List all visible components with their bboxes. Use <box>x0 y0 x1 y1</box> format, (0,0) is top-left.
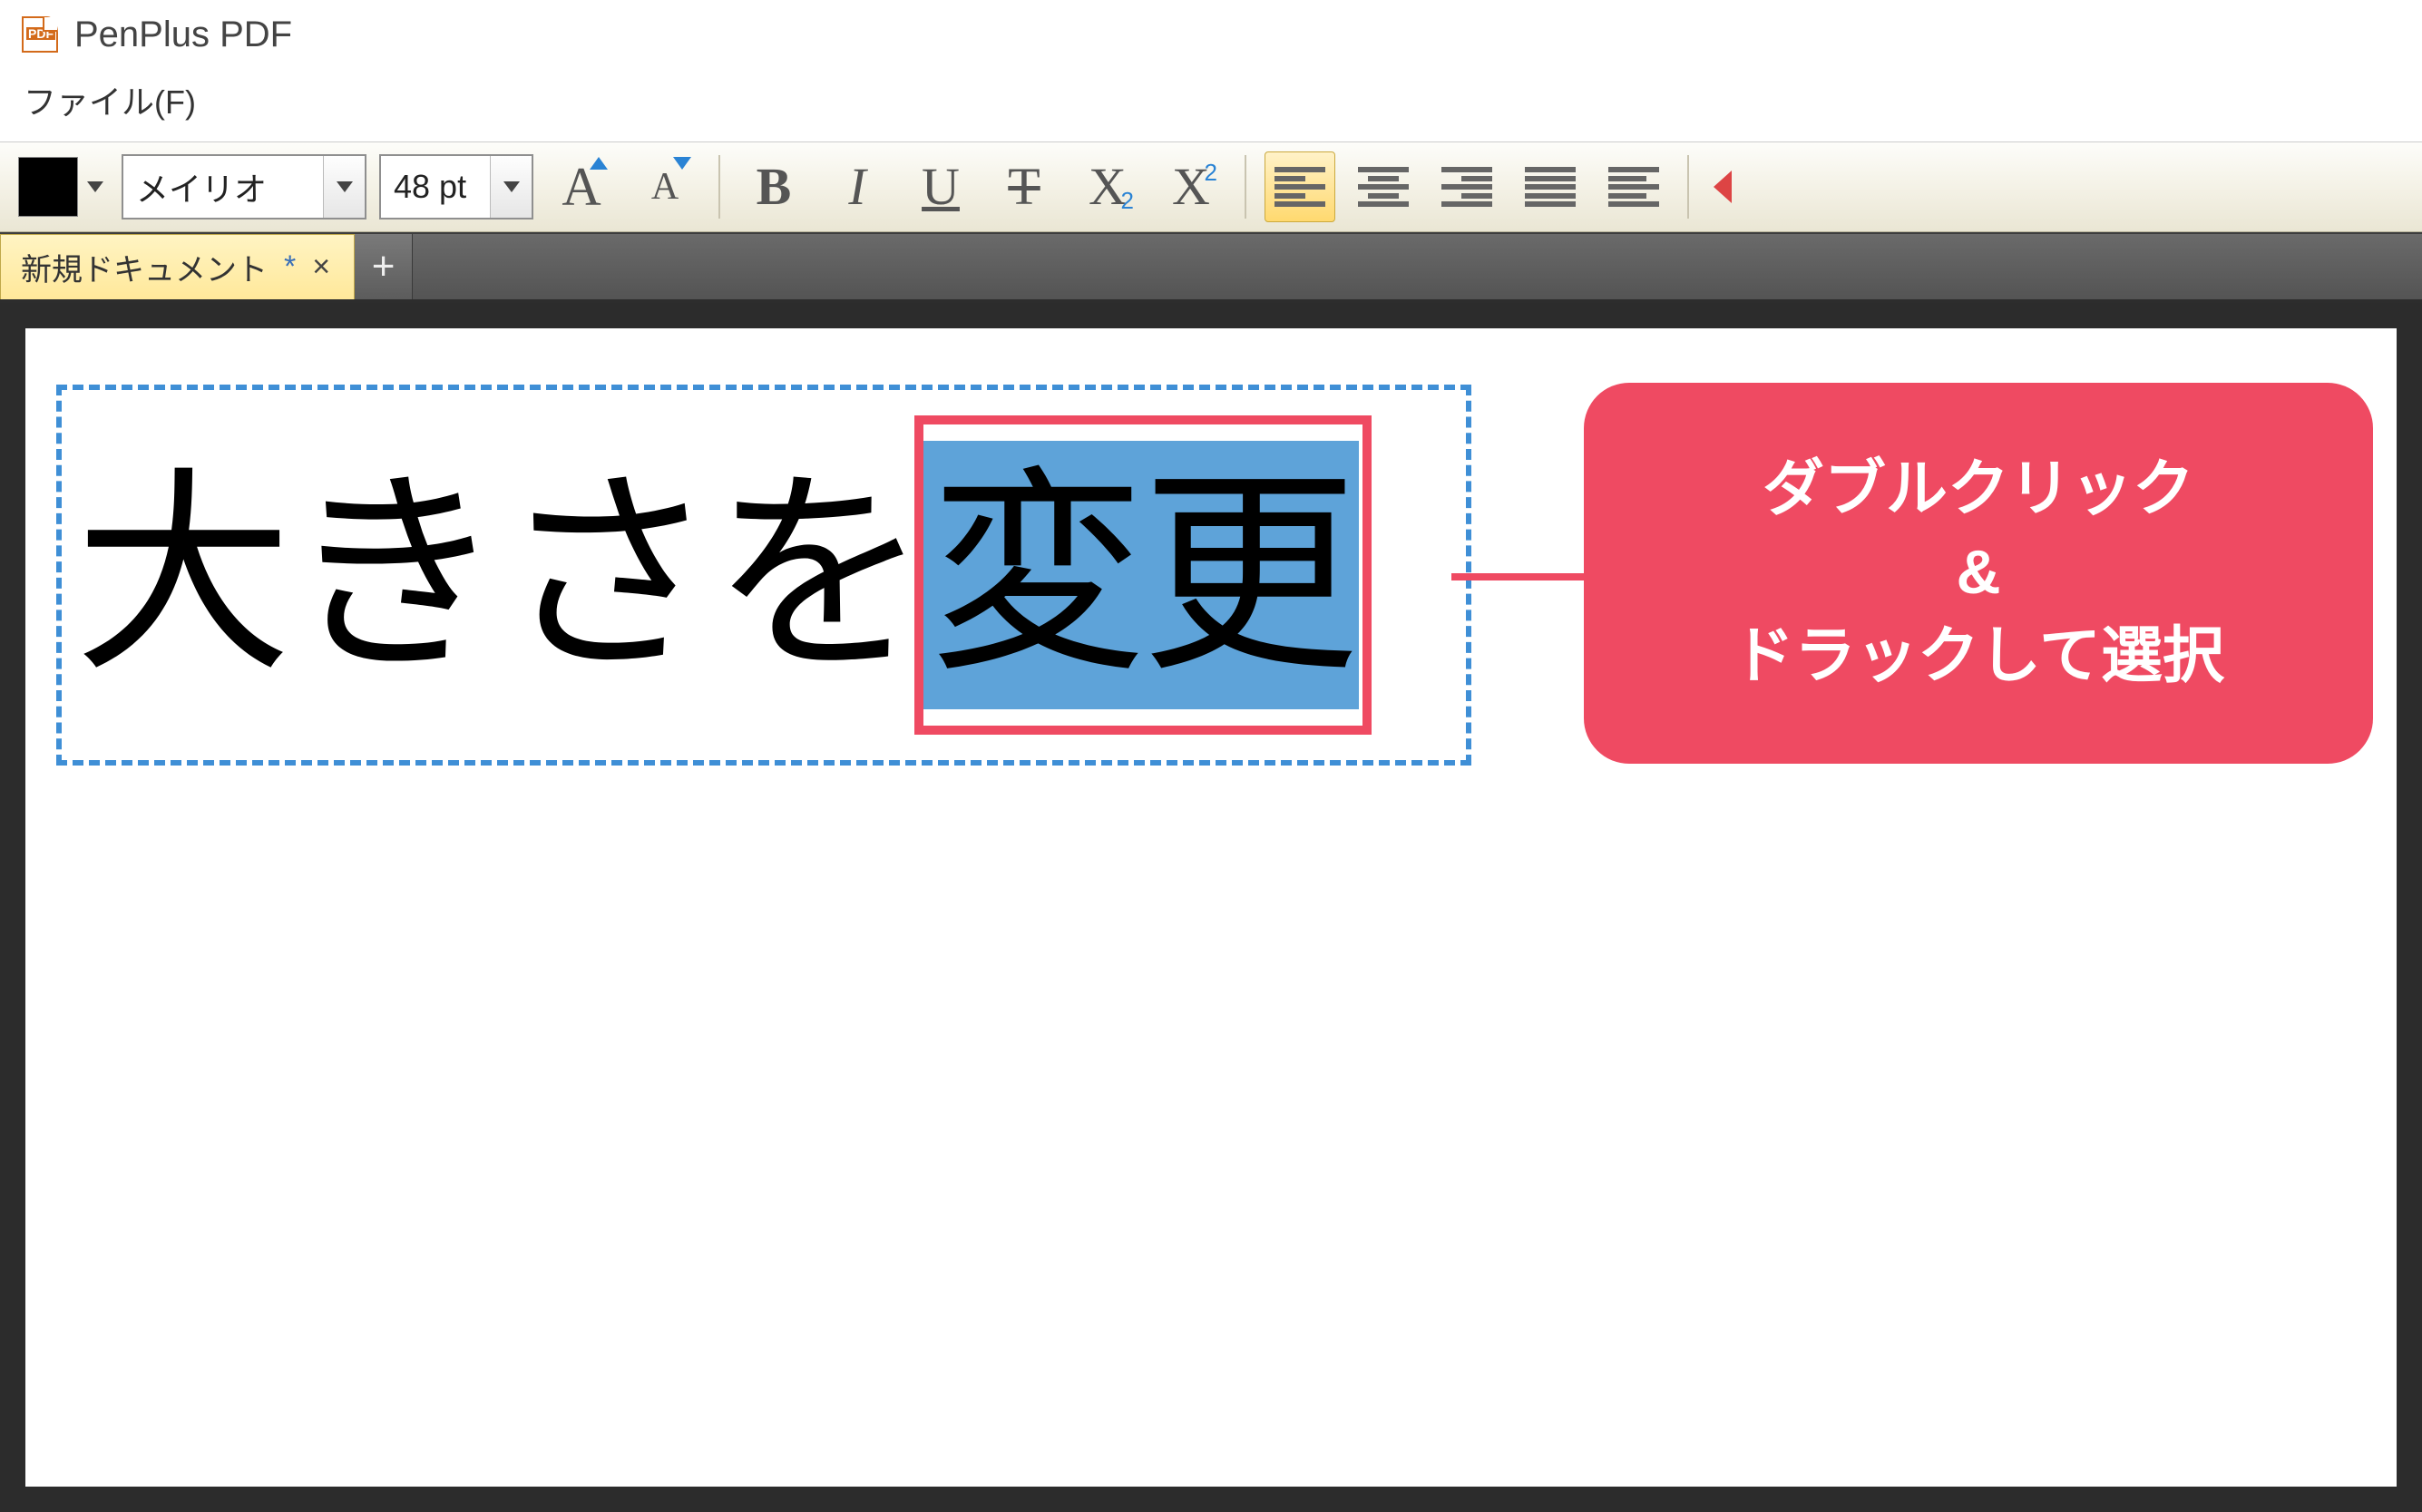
callout-line3: ドラックして選択 <box>1733 615 2224 698</box>
document-page[interactable]: 大きさを変更 ダブルクリック & ドラックして選択 <box>25 328 2397 1487</box>
align-right-button[interactable] <box>1431 151 1502 222</box>
font-family-combo[interactable] <box>122 154 366 219</box>
font-size-input[interactable] <box>381 156 490 218</box>
letter-a-icon: A <box>651 168 679 206</box>
bold-button[interactable]: B <box>738 151 809 222</box>
app-pdf-icon <box>22 16 58 53</box>
bold-icon: B <box>757 161 792 213</box>
callout-connector-line <box>1451 573 1587 580</box>
separator <box>718 155 720 219</box>
italic-icon: I <box>848 161 865 213</box>
subscript-button[interactable]: X 2 <box>1072 151 1143 222</box>
align-distribute-icon <box>1608 167 1659 207</box>
title-bar: PenPlus PDF <box>0 0 2422 69</box>
text-selection[interactable]: 変更 <box>923 441 1359 709</box>
font-family-input[interactable] <box>123 156 323 218</box>
toolbar-overflow-button[interactable] <box>1707 169 1736 205</box>
text-selected: 変更 <box>929 454 1353 697</box>
align-left-icon <box>1274 167 1325 207</box>
align-justify-button[interactable] <box>1515 151 1586 222</box>
superscript-button[interactable]: X 2 <box>1156 151 1226 222</box>
strikethrough-icon: T <box>1008 161 1040 213</box>
tab-label: 新規ドキュメント <box>21 245 268 289</box>
align-justify-icon <box>1525 167 1576 207</box>
tab-close-button[interactable]: × <box>308 249 334 285</box>
tab-active-document[interactable]: 新規ドキュメント * × <box>0 234 355 299</box>
instruction-callout: ダブルクリック & ドラックして選択 <box>1584 383 2373 764</box>
canvas-viewport: 大きさを変更 ダブルクリック & ドラックして選択 <box>0 303 2422 1512</box>
increase-font-button[interactable]: A <box>546 151 617 222</box>
chevron-down-icon <box>337 181 353 192</box>
separator <box>1245 155 1246 219</box>
separator <box>1687 155 1689 219</box>
color-swatch-icon <box>18 157 78 217</box>
font-size-dropdown-button[interactable] <box>490 156 532 218</box>
decrease-font-button[interactable]: A <box>630 151 700 222</box>
align-left-button[interactable] <box>1265 151 1335 222</box>
font-size-combo[interactable] <box>379 154 533 219</box>
underline-icon: U <box>922 161 960 213</box>
align-distribute-button[interactable] <box>1598 151 1669 222</box>
triangle-up-icon <box>590 157 608 170</box>
superscript-badge: 2 <box>1205 159 1217 187</box>
align-right-icon <box>1441 167 1492 207</box>
menu-file[interactable]: ファイル(F) <box>16 74 203 125</box>
italic-button[interactable]: I <box>822 151 893 222</box>
tab-modified-marker: * <box>284 249 296 285</box>
font-family-dropdown-button[interactable] <box>323 156 365 218</box>
triangle-down-icon <box>673 157 691 170</box>
chevron-left-icon <box>1710 169 1733 205</box>
align-center-button[interactable] <box>1348 151 1419 222</box>
menu-bar: ファイル(F) <box>0 69 2422 141</box>
align-center-icon <box>1358 167 1409 207</box>
callout-line2: & <box>1956 532 2000 615</box>
chevron-down-icon <box>503 181 520 192</box>
underline-button[interactable]: U <box>905 151 976 222</box>
text-unselected[interactable]: 大きさを <box>74 466 923 684</box>
document-tabstrip: 新規ドキュメント * × + <box>0 232 2422 303</box>
formatting-toolbar: A A B I U T X 2 X 2 <box>0 141 2422 232</box>
chevron-down-icon <box>87 181 103 192</box>
app-title: PenPlus PDF <box>74 15 292 55</box>
strikethrough-button[interactable]: T <box>989 151 1060 222</box>
text-box[interactable]: 大きさを変更 <box>56 385 1471 766</box>
callout-line1: ダブルクリック <box>1763 448 2194 532</box>
tab-add-button[interactable]: + <box>355 234 413 299</box>
plus-icon: + <box>372 244 396 289</box>
subscript-badge: 2 <box>1121 187 1134 215</box>
font-color-picker[interactable] <box>13 153 109 220</box>
text-content[interactable]: 大きさを変更 <box>74 466 1359 684</box>
